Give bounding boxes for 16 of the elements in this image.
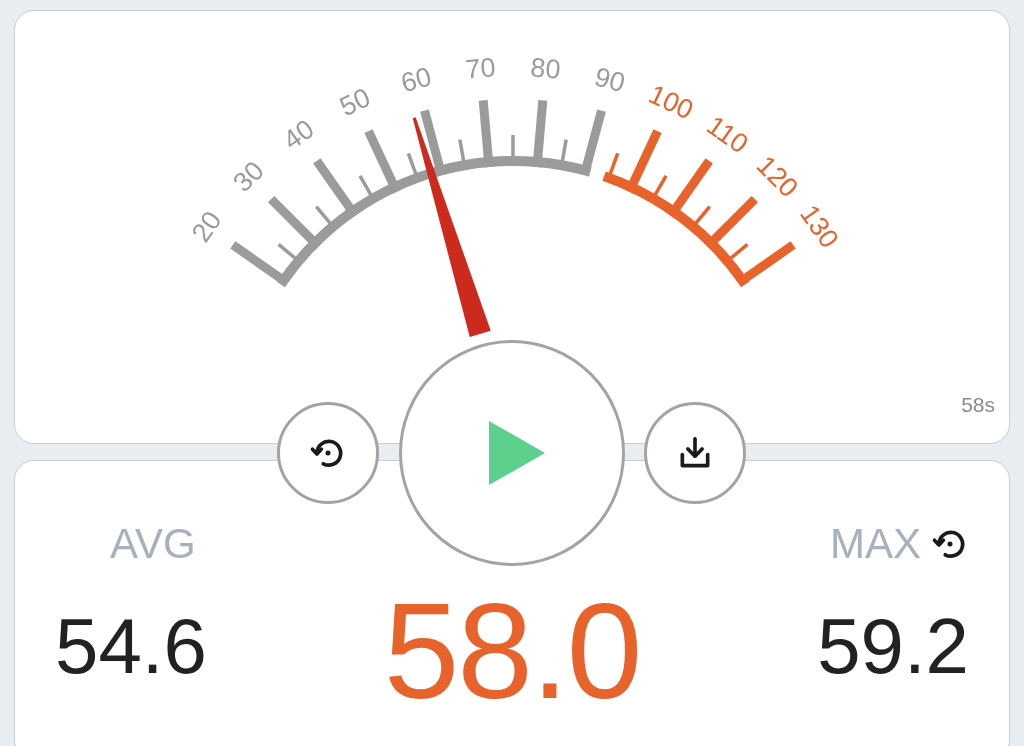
scale-label: 80 xyxy=(529,52,562,85)
scale-label: 30 xyxy=(227,155,270,198)
scale-label: 40 xyxy=(277,113,320,156)
max-value: 59.2 xyxy=(817,607,969,685)
play-icon xyxy=(489,421,545,485)
avg-value: 54.6 xyxy=(55,607,207,685)
max-label: MAX xyxy=(829,523,921,565)
avg-label: AVG xyxy=(110,523,196,565)
scale-label: 50 xyxy=(335,82,375,123)
scale-label: 90 xyxy=(591,61,629,99)
scale-label: 100 xyxy=(644,79,698,126)
scale-label: 20 xyxy=(185,205,228,248)
elapsed-time: 58s xyxy=(961,393,995,417)
current-level: 58.0 xyxy=(382,583,642,719)
scale-label: 70 xyxy=(464,52,497,85)
scale-label: 60 xyxy=(397,61,435,99)
